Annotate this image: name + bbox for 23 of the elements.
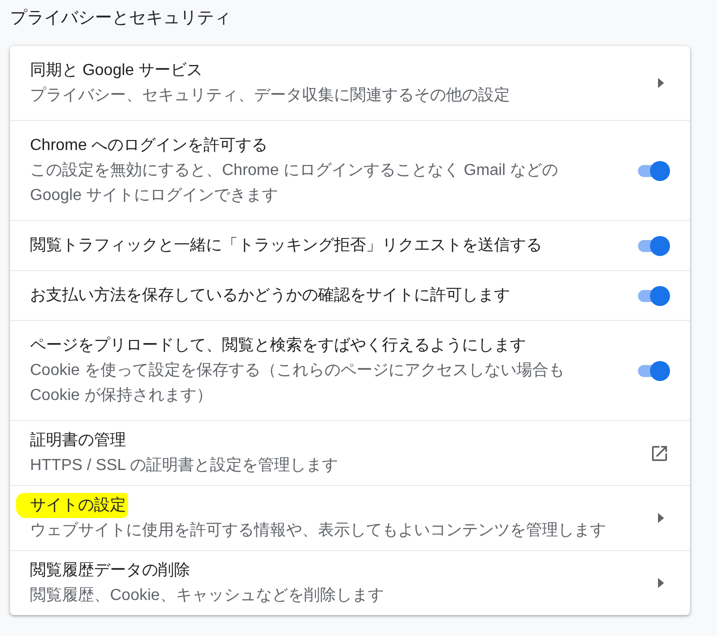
setting-title: 証明書の管理 (30, 430, 126, 451)
section-title: プライバシーとセキュリティ (10, 7, 231, 29)
setting-description: プライバシー、セキュリティ、データ収集に関連するその他の設定 (30, 86, 510, 106)
arrow-right-icon[interactable] (658, 513, 664, 523)
setting-title: サイトの設定 (16, 493, 128, 518)
toggle-switch[interactable] (636, 160, 670, 180)
setting-description: 閲覧履歴、Cookie、キャッシュなどを削除します (30, 586, 384, 606)
setting-description: Cookie を使って設定を保存する（これらのページにアクセスしない場合も Cookie が保持されます） (30, 360, 566, 406)
setting-title: Chrome へのログインを許可する (30, 136, 268, 156)
setting-description: ウェブサイトに使用を許可する情報や、表示してもよいコンテンツを管理します (30, 520, 606, 541)
setting-title: 同期と Google サービス (30, 61, 202, 81)
arrow-right-icon[interactable] (658, 78, 664, 88)
setting-title: 閲覧トラフィックと一緒に「トラッキング拒否」リクエストを送信する (30, 236, 542, 256)
arrow-right-icon[interactable] (658, 578, 664, 588)
toggle-switch[interactable] (636, 286, 670, 306)
setting-description: HTTPS / SSL の証明書と設定を管理します (30, 456, 338, 476)
toggle-switch[interactable] (636, 360, 670, 380)
setting-title: ページをプリロードして、閲覧と検索をすばやく行えるようにします (30, 336, 526, 356)
setting-title: お支払い方法を保存しているかどうかの確認をサイトに許可します (30, 286, 510, 306)
toggle-switch[interactable] (636, 236, 670, 256)
external-link-icon[interactable] (652, 446, 667, 460)
setting-title: 閲覧履歴データの削除 (30, 560, 190, 581)
setting-description: この設定を無効にすると、Chrome にログインすることなく Gmail などの Google サイトにログインできます (30, 160, 560, 206)
